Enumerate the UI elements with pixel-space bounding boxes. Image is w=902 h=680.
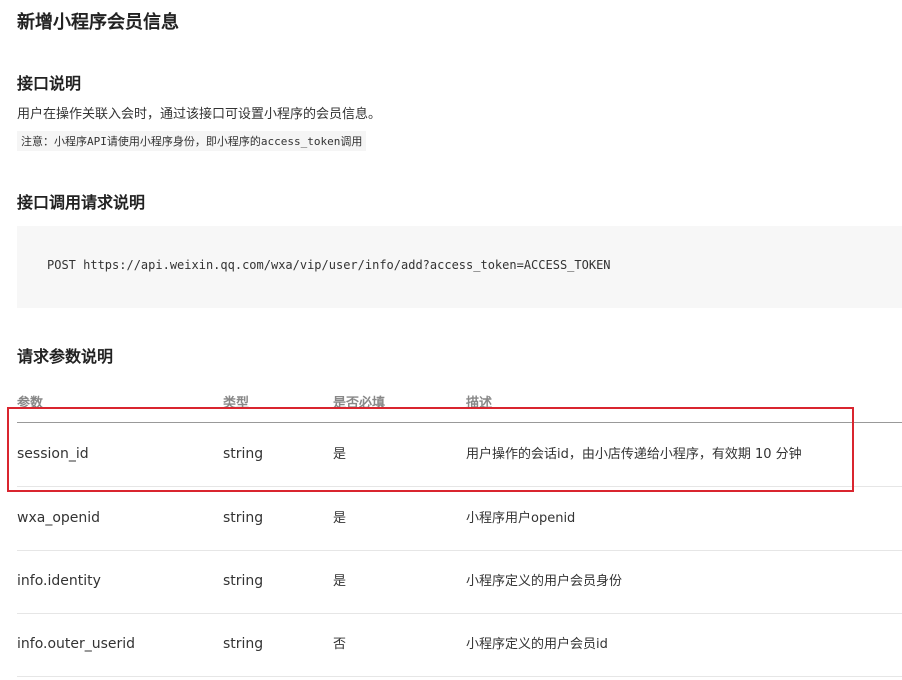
param-type: string: [223, 636, 264, 652]
code-block: POST https://api.weixin.qq.com/wxa/vip/u…: [17, 226, 902, 308]
table-row: info.outer_userid string 否 小程序定义的用户会员id: [17, 613, 902, 677]
params-heading: 请求参数说明: [17, 347, 114, 366]
table-row: wxa_openid string 是 小程序用户openid: [17, 487, 902, 551]
param-type: string: [223, 510, 264, 526]
param-name: info.identity: [17, 573, 101, 589]
param-name: wxa_openid: [17, 510, 101, 526]
param-required: 是: [333, 574, 347, 589]
table-row: info.identity string 是 小程序定义的用户会员身份: [17, 550, 902, 614]
page-title: 新增小程序会员信息: [17, 12, 179, 33]
param-description: 小程序用户openid: [466, 511, 576, 526]
request-url-code: POST https://api.weixin.qq.com/wxa/vip/u…: [47, 258, 611, 272]
request-heading: 接口调用请求说明: [17, 193, 146, 212]
param-name: info.outer_userid: [17, 636, 136, 652]
interface-desc-text: 用户在操作关联入会时，通过该接口可设置小程序的会员信息。: [17, 107, 382, 122]
param-description: 小程序定义的用户会员身份: [466, 574, 623, 589]
param-required: 否: [333, 637, 347, 652]
highlight-box: [7, 407, 854, 492]
interface-note: 注意：小程序API请使用小程序身份，即小程序的access_token调用: [17, 131, 367, 151]
interface-desc-heading: 接口说明: [17, 74, 82, 93]
param-description: 小程序定义的用户会员id: [466, 637, 608, 652]
param-required: 是: [333, 511, 347, 526]
param-type: string: [223, 573, 264, 589]
